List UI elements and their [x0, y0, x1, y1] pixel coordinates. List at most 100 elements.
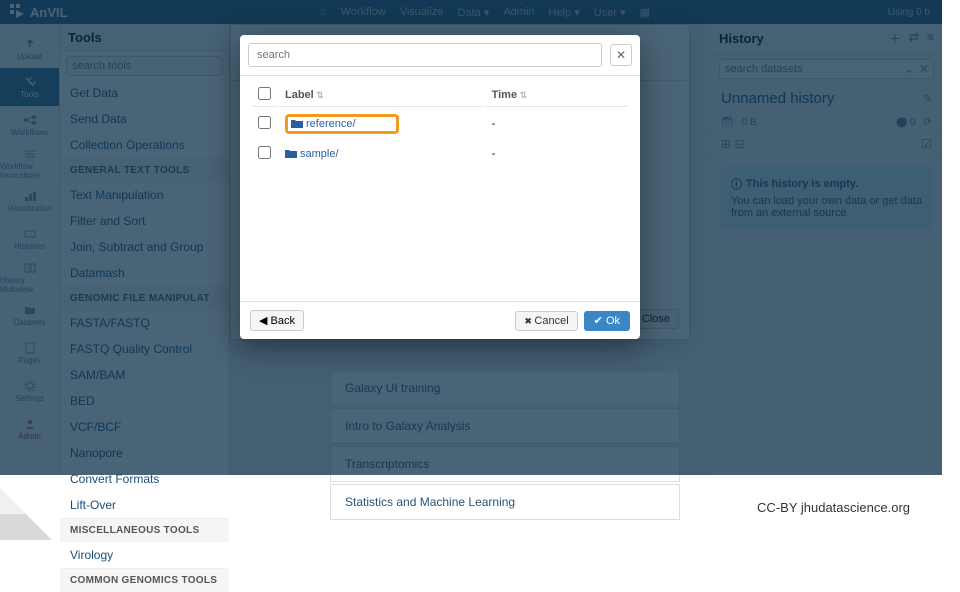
modal-close-button[interactable]: ✕ [610, 44, 632, 66]
folder-icon [291, 119, 303, 129]
pencil-icon[interactable]: ✎ [923, 92, 932, 105]
row-checkbox[interactable] [258, 146, 271, 159]
nav-user[interactable]: User ▾ [594, 6, 626, 19]
tool-send-data[interactable]: Send Data [60, 106, 229, 132]
tool-liftover[interactable]: Lift-Over [60, 492, 229, 518]
history-name[interactable]: Unnamed history [721, 90, 834, 107]
tool-bed[interactable]: BED [60, 388, 229, 414]
row-time: - [486, 141, 628, 167]
history-empty-body: You can load your own data or get data f… [731, 195, 922, 219]
nav-data[interactable]: Data ▾ [458, 6, 490, 19]
nav-help[interactable]: Help ▾ [549, 6, 580, 19]
tool-fastq-qc[interactable]: FASTQ Quality Control [60, 336, 229, 362]
tool-text-manip[interactable]: Text Manipulation [60, 182, 229, 208]
history-switch-icon[interactable]: ⇄ [909, 30, 919, 47]
tool-get-data[interactable]: Get Data [60, 80, 229, 106]
tool-nanopore[interactable]: Nanopore [60, 440, 229, 466]
tool-filter-sort[interactable]: Filter and Sort [60, 208, 229, 234]
select-all-checkbox[interactable] [258, 87, 271, 100]
columns-icon [23, 261, 37, 275]
history-count: ⬤ 0 [896, 117, 916, 128]
folder-icon [285, 149, 297, 159]
nav-visualize[interactable]: Visualize [400, 6, 444, 19]
wrench-icon [23, 75, 37, 89]
tool-collection-ops[interactable]: Collection Operations [60, 132, 229, 158]
person-icon [23, 417, 37, 431]
history-search-input[interactable] [719, 59, 934, 79]
tool-header-misc: MISCELLANEOUS TOOLS [60, 518, 229, 542]
gear-icon [23, 379, 37, 393]
tool-header-common: COMMON GENOMICS TOOLS [60, 568, 229, 592]
tutorial-intro-analysis[interactable]: Intro to Galaxy Analysis [330, 408, 680, 444]
select-all-icon[interactable]: ☑ [921, 137, 932, 151]
brand-logo[interactable]: AnVIL [0, 4, 78, 20]
nav-admin[interactable]: Admin [0, 410, 59, 448]
col-label[interactable]: Label [279, 84, 484, 107]
cancel-button[interactable]: Cancel [515, 311, 577, 331]
note-icon[interactable]: ⊟ [734, 137, 744, 151]
refresh-icon[interactable]: ⟳ [924, 117, 932, 128]
nav-settings[interactable]: Settings [0, 372, 59, 410]
tutorial-stats-ml[interactable]: Statistics and Machine Learning [330, 484, 680, 520]
database-icon: 🗃 [721, 117, 734, 128]
brand-icon [10, 4, 26, 20]
history-clear-icon[interactable]: ✕ [919, 62, 929, 76]
nav-histories[interactable]: Histories [0, 220, 59, 258]
home-icon[interactable]: ⌂ [320, 6, 327, 19]
tool-datamash[interactable]: Datamash [60, 260, 229, 286]
nav-workflow[interactable]: Workflow [341, 6, 386, 19]
table-row: sample/ - [252, 141, 628, 167]
tool-join-subtract[interactable]: Join, Subtract and Group [60, 234, 229, 260]
nav-pages[interactable]: Pages [0, 334, 59, 372]
history-advanced-icon[interactable]: ⌄ [904, 62, 914, 76]
tutorial-transcriptomics[interactable]: Transcriptomics [330, 446, 680, 482]
tag-icon[interactable]: ⊞ [721, 137, 731, 151]
grid-icon[interactable]: ▦ [640, 6, 650, 19]
row-time: - [486, 109, 628, 139]
hdd-icon [23, 227, 37, 241]
workflow-icon [23, 113, 37, 127]
modal-search-input[interactable] [248, 43, 602, 67]
folder-icon [23, 303, 37, 317]
upload-icon [23, 37, 37, 51]
history-title: History [719, 31, 889, 46]
nav-datasets[interactable]: Datasets [0, 296, 59, 334]
folder-sample[interactable]: sample/ [285, 148, 478, 160]
nav-admin[interactable]: Admin [503, 6, 534, 19]
tutorial-cards: Galaxy UI training Intro to Galaxy Analy… [330, 370, 680, 522]
nav-tools[interactable]: Tools [0, 68, 59, 106]
tutorial-ui-training[interactable]: Galaxy UI training [330, 370, 680, 406]
nav-workflows[interactable]: Workflows [0, 106, 59, 144]
tools-title: Tools [60, 24, 229, 52]
new-history-icon[interactable]: ＋ [889, 30, 901, 47]
back-button[interactable]: ◀ Back [250, 310, 304, 331]
tool-header-genomic: GENOMIC FILE MANIPULAT [60, 286, 229, 310]
row-checkbox[interactable] [258, 116, 271, 129]
tool-header-text: GENERAL TEXT TOOLS [60, 158, 229, 182]
nav-visualization[interactable]: Visualization [0, 182, 59, 220]
top-bar: AnVIL ⌂ Workflow Visualize Data ▾ Admin … [0, 0, 942, 24]
left-nav: Upload Tools Workflows Workflow Invocati… [0, 24, 60, 475]
tool-sambam[interactable]: SAM/BAM [60, 362, 229, 388]
nav-invocations[interactable]: Workflow Invocations [0, 144, 59, 182]
tool-virology[interactable]: Virology [60, 542, 229, 568]
info-icon: ⓘ [731, 176, 742, 192]
file-icon [23, 341, 37, 355]
tool-vcfbcf[interactable]: VCF/BCF [60, 414, 229, 440]
col-time[interactable]: Time [486, 84, 628, 107]
nav-multiview[interactable]: History Multiview [0, 258, 59, 296]
file-browser-modal: ✕ Label Time reference/ [240, 35, 640, 339]
tool-fasta[interactable]: FASTA/FASTQ [60, 310, 229, 336]
tool-convert[interactable]: Convert Formats [60, 466, 229, 492]
tools-panel: Tools Get Data Send Data Collection Oper… [60, 24, 230, 475]
history-empty-notice: ⓘThis history is empty. You can load you… [721, 166, 932, 229]
history-size: 0 B [742, 117, 757, 128]
history-menu-icon[interactable]: ≡ [927, 30, 934, 47]
storage-usage: Using 0 b [888, 7, 930, 18]
ok-button[interactable]: Ok [584, 311, 630, 331]
nav-upload[interactable]: Upload [0, 30, 59, 68]
chart-icon [23, 189, 37, 203]
tools-search-input[interactable] [66, 56, 223, 76]
table-row: reference/ - [252, 109, 628, 139]
folder-reference[interactable]: reference/ [291, 118, 356, 130]
